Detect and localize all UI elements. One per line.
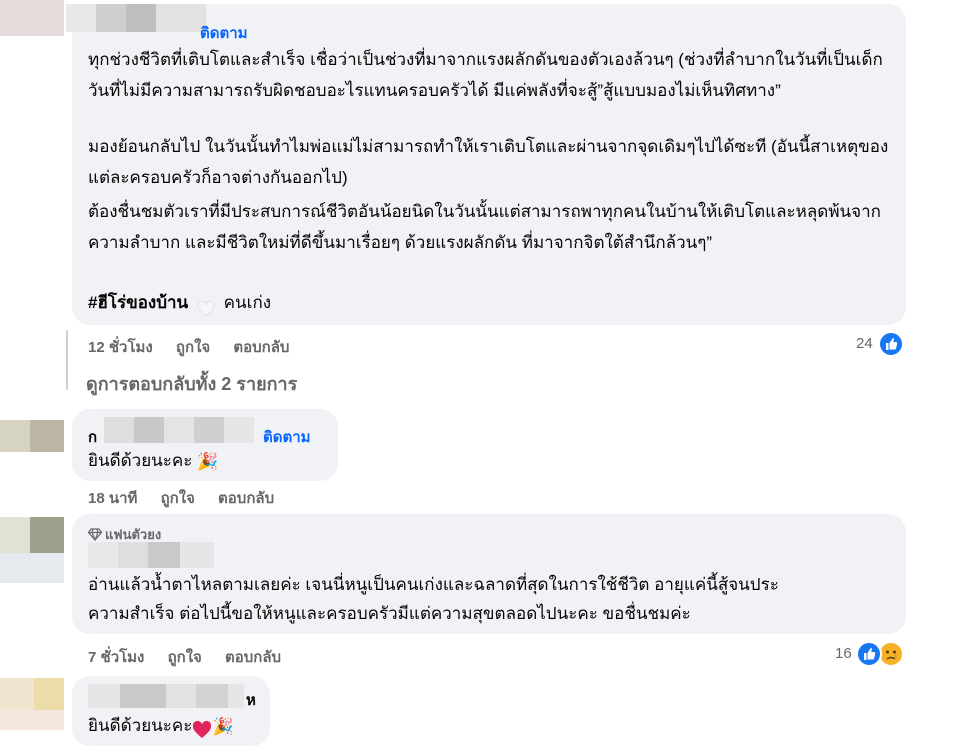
follow-button[interactable]: ติดตาม <box>263 425 311 449</box>
commenter-name-redacted[interactable] <box>88 684 244 708</box>
like-reaction-icon[interactable] <box>878 331 904 357</box>
avatar[interactable] <box>0 678 64 710</box>
reply-text-content: ยินดีด้วยนะคะ <box>88 451 193 470</box>
avatar[interactable] <box>0 553 64 583</box>
reply-bubble: ห ยินดีด้วยนะคะ 🎉 <box>72 676 270 746</box>
comment-bubble: ติดตาม ทุกช่วงชีวิตที่เติบโตและสำเร็จ เช… <box>66 4 906 325</box>
hashtag-link[interactable]: #ฮีโร่ของบ้าน <box>88 293 188 312</box>
comment-text: อ่านแล้วน้ำตาไหลตามเลยค่ะ เจนนี่หนูเป็นค… <box>88 575 779 594</box>
comment-paragraph: ต้องชื่นชมตัวเราที่มีประสบการณ์ชีวิตอันน… <box>88 202 881 252</box>
timestamp[interactable]: 18 นาที <box>88 490 137 507</box>
like-button[interactable]: ถูกใจ <box>176 339 210 356</box>
party-popper-icon: 🎉 <box>197 452 219 472</box>
party-popper-icon: 🎉 <box>212 717 234 737</box>
commenter-name-redacted[interactable] <box>104 417 254 443</box>
reply-text: ยินดีด้วยนะคะ 🎉 <box>88 710 234 742</box>
reaction-count[interactable]: 16 <box>835 645 852 662</box>
reply-text-content: ยินดีด้วยนะคะ <box>88 716 193 735</box>
timestamp[interactable]: 12 ชั่วโมง <box>88 339 153 356</box>
hashtag-line: #ฮีโร่ของบ้าน คนเก่ง <box>88 287 271 318</box>
reply-text: ยินดีด้วยนะคะ 🎉 <box>88 445 218 477</box>
commenter-name-redacted[interactable] <box>66 4 206 32</box>
avatar[interactable] <box>0 517 64 553</box>
avatar[interactable] <box>0 0 64 36</box>
commenter-name-redacted[interactable] <box>88 542 214 568</box>
reply-name-suffix[interactable]: ห <box>246 688 256 712</box>
view-replies-link[interactable]: ดูการตอบกลับทั้ง 2 รายการ <box>86 369 297 398</box>
reply-button[interactable]: ตอบกลับ <box>233 339 289 356</box>
comment-paragraph: มองย้อนกลับไป ในวันนั้นทำไมพ่อแม่ไม่สามา… <box>88 137 889 187</box>
like-button[interactable]: ถูกใจ <box>161 490 195 507</box>
red-heart-icon <box>192 718 212 738</box>
reply-button[interactable]: ตอบกลับ <box>225 649 281 666</box>
timestamp[interactable]: 7 ชั่วโมง <box>88 649 144 666</box>
comment-actions: 12 ชั่วโมง ถูกใจ ตอบกลับ <box>88 335 308 359</box>
reply-actions: 18 นาที ถูกใจ ตอบกลับ <box>88 486 293 510</box>
like-button[interactable]: ถูกใจ <box>168 649 202 666</box>
avatar[interactable] <box>0 710 64 730</box>
comment-bubble: แฟนตัวยง อ่านแล้วน้ำตาไหลตามเลยค่ะ เจนนี… <box>72 514 906 634</box>
reply-button[interactable]: ตอบกลับ <box>218 490 274 507</box>
comment-paragraph: ทุกช่วงชีวิตที่เติบโตและสำเร็จ เชื่อว่าเ… <box>88 50 883 100</box>
white-heart-icon <box>197 296 215 317</box>
comment-actions: 7 ชั่วโมง ถูกใจ ตอบกลับ <box>88 645 300 669</box>
reaction-count[interactable]: 24 <box>856 335 873 352</box>
hashtag-suffix: คนเก่ง <box>223 293 272 312</box>
reply-bubble: ก ติดตาม ยินดีด้วยนะคะ 🎉 <box>72 409 338 481</box>
avatar[interactable] <box>0 420 64 452</box>
follow-button[interactable]: ติดตาม <box>200 21 248 45</box>
thread-line <box>66 330 68 390</box>
like-reaction-icon[interactable] <box>856 641 882 667</box>
comment-text: ความสำเร็จ ต่อไปนี้ขอให้หนูและครอบครัวมี… <box>88 604 691 623</box>
